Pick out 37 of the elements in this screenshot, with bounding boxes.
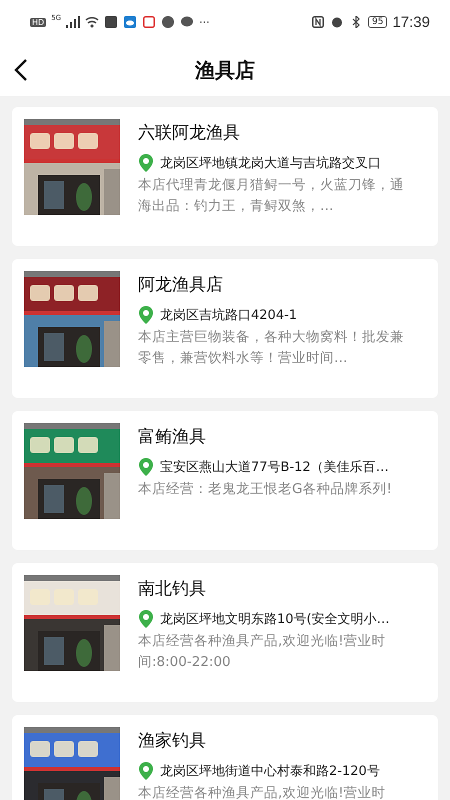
location-pin-icon: [138, 610, 154, 628]
location-pin-icon: [138, 762, 154, 780]
shop-name: 渔家钓具: [138, 730, 207, 752]
back-icon[interactable]: [14, 58, 28, 82]
shop-description: 本店经营各种渔具产品,欢迎光临!营业时: [138, 784, 387, 800]
app-icon: [142, 16, 156, 28]
shop-description: 本店经营：老鬼龙王恨老G各种品牌系列!: [138, 480, 393, 499]
signal-icon: [66, 16, 80, 28]
cloud-icon: [123, 16, 138, 28]
shop-address: 宝安区燕山大道77号B-12（美佳乐百…: [160, 459, 389, 476]
shop-name: 六联阿龙渔具: [138, 122, 241, 144]
shop-name: 阿龙渔具店: [138, 274, 224, 296]
battery-indicator: 95: [368, 16, 388, 28]
shop-address: 龙岗区坪地街道中心村泰和路2-120号: [160, 763, 380, 780]
shop-card[interactable]: 渔家钓具 龙岗区坪地街道中心村泰和路2-120号 本店经营各种渔具产品,欢迎光临!营业时: [12, 715, 438, 800]
shop-card[interactable]: 富鲔渔具 宝安区燕山大道77号B-12（美佳乐百… 本店经营：老鬼龙王恨老G各种品牌系列!: [12, 411, 438, 550]
more-notifications: ···: [199, 16, 210, 28]
app-icon: [104, 16, 118, 28]
nfc-icon: [311, 16, 325, 28]
shop-card[interactable]: 南北钓具 龙岗区坪地文明东路10号(安全文明小… 本店经营各种渔具产品,欢迎光临!营业时间:8:00-22:00: [12, 563, 438, 702]
shop-card[interactable]: 六联阿龙渔具 龙岗区坪地镇龙岗大道与吉坑路交叉口 本店代理青龙偃月猎鲟一号，火蓝刀锋，通海出品：钓力王，青鲟双煞，…: [12, 107, 438, 246]
page-title: 渔具店: [195, 56, 255, 84]
clock: 17:39: [392, 14, 430, 30]
shop-description: 本店代理青龙偃月猎鲟一号，火蓝刀锋，通海出品：钓力王，青鲟双煞，…: [138, 176, 405, 216]
hd-indicator: HD: [30, 18, 46, 26]
shop-description: 本店经营各种渔具产品,欢迎光临!营业时间:8:00-22:00: [138, 632, 387, 672]
shop-address: 龙岗区坪地镇龙岗大道与吉坑路交叉口: [160, 155, 381, 172]
shop-name: 富鲔渔具: [138, 426, 207, 448]
location-pin-icon: [138, 154, 154, 172]
location-pin-icon: [138, 306, 154, 324]
wifi-icon: [85, 16, 100, 28]
shop-address: 龙岗区坪地文明东路10号(安全文明小…: [160, 611, 390, 628]
shop-address: 龙岗区吉坑路口4204-1: [160, 307, 298, 324]
location-pin-icon: [138, 458, 154, 476]
shop-name: 南北钓具: [138, 578, 207, 600]
shop-description: 本店主营巨物装备，各种大物窝料！批发兼零售，兼营饮料水等！营业时间…: [138, 328, 405, 368]
shop-card[interactable]: 阿龙渔具店 龙岗区吉坑路口4204-1 本店主营巨物装备，各种大物窝料！批发兼零售，兼营饮料水等！营业时间…: [12, 259, 438, 398]
